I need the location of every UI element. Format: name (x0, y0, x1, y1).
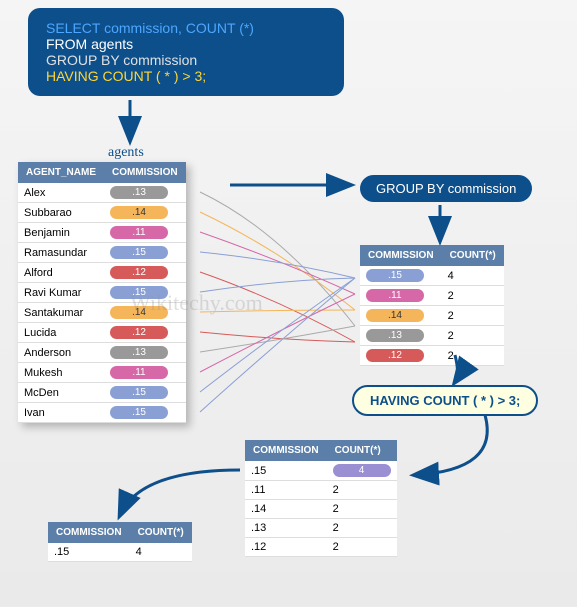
result-table: COMMISSION COUNT(*) .154 (48, 522, 192, 562)
table-row: Alex.13 (18, 183, 186, 203)
table-row: .154 (48, 543, 192, 562)
groupby-bubble: GROUP BY commission (360, 175, 532, 202)
grouped-header-count: COUNT(*) (442, 245, 504, 266)
table-row: Subbarao.14 (18, 203, 186, 223)
table-row: Ramasundar.15 (18, 243, 186, 263)
table-row: Alford.12 (18, 263, 186, 283)
table-row: .132 (360, 326, 504, 346)
grouped-header-commission: COMMISSION (360, 245, 442, 266)
table-row: Benjamin.11 (18, 223, 186, 243)
table-row: .112 (360, 286, 504, 306)
sql-groupby-line: GROUP BY commission (46, 52, 326, 68)
having-header-count: COUNT(*) (327, 440, 397, 461)
result-header-commission: COMMISSION (48, 522, 130, 543)
table-row: .132 (245, 519, 397, 538)
sql-from-line: FROM agents (46, 36, 326, 52)
having-table: COMMISSION COUNT(*) .154 .112 .142 .132 … (245, 440, 397, 557)
table-row: .122 (245, 538, 397, 557)
having-header-commission: COMMISSION (245, 440, 327, 461)
table-row: Lucida.12 (18, 323, 186, 343)
table-row: Mukesh.11 (18, 363, 186, 383)
table-row: .154 (245, 461, 397, 481)
having-bubble: HAVING COUNT ( * ) > 3; (352, 385, 538, 416)
agents-header-name: AGENT_NAME (18, 162, 104, 183)
sql-select-line: SELECT commission, COUNT (*) (46, 20, 326, 36)
table-row: .142 (360, 306, 504, 326)
result-header-count: COUNT(*) (130, 522, 192, 543)
agents-table-label: agents (108, 145, 144, 161)
watermark: Wikitechy.com (130, 290, 263, 316)
table-row: .142 (245, 500, 397, 519)
table-row: McDen.15 (18, 383, 186, 403)
table-row: Ivan.15 (18, 403, 186, 423)
agents-header-commission: COMMISSION (104, 162, 186, 183)
sql-query-box: SELECT commission, COUNT (*) FROM agents… (28, 8, 344, 96)
table-row: .122 (360, 346, 504, 366)
grouped-table: COMMISSION COUNT(*) .154 .112 .142 .132 … (360, 245, 504, 366)
table-row: Anderson.13 (18, 343, 186, 363)
table-row: .112 (245, 481, 397, 500)
sql-having-line: HAVING COUNT ( * ) > 3; (46, 68, 326, 84)
table-row: .154 (360, 266, 504, 286)
